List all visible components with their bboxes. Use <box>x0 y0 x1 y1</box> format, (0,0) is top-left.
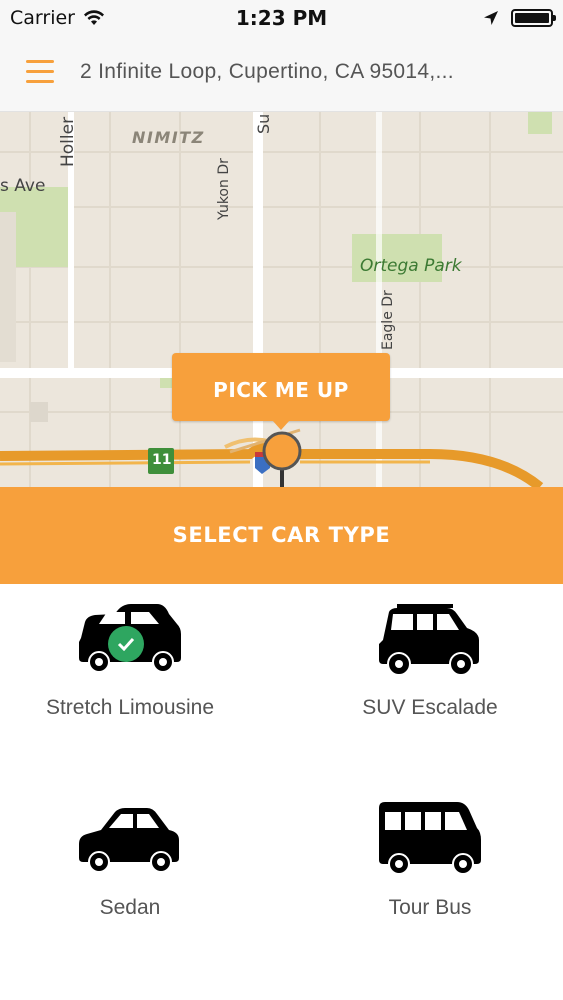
car-option-suv-escalade[interactable]: SUV Escalade <box>300 584 560 764</box>
hamburger-menu-icon[interactable] <box>26 60 54 86</box>
car-label-suv-escalade: SUV Escalade <box>362 696 498 719</box>
map-label-nimitz: NIMITZ <box>132 128 205 147</box>
select-car-type-button[interactable]: SELECT CAR TYPE <box>0 487 563 584</box>
car-option-tour-bus[interactable]: Tour Bus <box>300 784 560 964</box>
pick-me-up-button[interactable]: PICK ME UP <box>172 353 390 430</box>
suv-icon <box>379 604 479 676</box>
status-right <box>483 9 556 27</box>
route-11-shield: 11 <box>152 452 172 468</box>
address-header: 2 Infinite Loop, Cupertino, CA 95014,... <box>0 38 563 112</box>
car-label-tour-bus: Tour Bus <box>388 896 472 919</box>
map-label-s-ave: s Ave <box>0 176 46 196</box>
pickup-address[interactable]: 2 Infinite Loop, Cupertino, CA 95014,... <box>80 60 540 84</box>
battery-icon <box>511 9 556 27</box>
selected-check-icon <box>108 626 144 662</box>
tour-bus-icon <box>379 802 481 875</box>
map-label-eagle-dr: Eagle Dr <box>380 290 396 350</box>
car-label-stretch-limousine: Stretch Limousine <box>45 696 215 719</box>
pickup-pin-icon[interactable] <box>260 430 304 488</box>
status-bar: Carrier 1:23 PM <box>0 0 563 38</box>
map-label-su: Su <box>254 113 273 134</box>
map-label-holler: Holler <box>58 116 78 167</box>
map-label-ortega-park: Ortega Park <box>360 256 462 276</box>
car-option-sedan[interactable]: Sedan <box>0 784 260 964</box>
clock: 1:23 PM <box>235 6 328 30</box>
car-type-grid: Stretch Limousine SUV Escalade Sedan Tou… <box>0 584 563 1000</box>
car-label-sedan: Sedan <box>99 896 161 919</box>
location-arrow-icon <box>484 11 498 25</box>
map-label-yukon-dr: Yukon Dr <box>216 158 232 220</box>
car-option-stretch-limousine[interactable]: Stretch Limousine <box>0 584 260 764</box>
sedan-icon <box>79 808 179 873</box>
